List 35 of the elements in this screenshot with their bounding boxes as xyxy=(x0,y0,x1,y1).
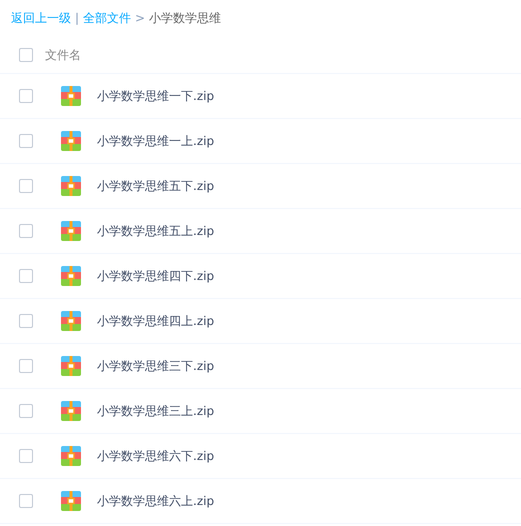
checkbox[interactable] xyxy=(19,404,33,418)
archive-icon xyxy=(61,401,81,421)
file-name[interactable]: 小学数学思维五下.zip xyxy=(97,177,214,195)
archive-icon xyxy=(61,176,81,196)
checkbox[interactable] xyxy=(19,134,33,148)
checkbox[interactable] xyxy=(19,179,33,193)
file-name[interactable]: 小学数学思维四下.zip xyxy=(97,267,214,285)
archive-icon xyxy=(61,311,81,331)
checkbox[interactable] xyxy=(19,89,33,103)
archive-icon xyxy=(61,131,81,151)
current-folder: 小学数学思维 xyxy=(149,10,222,27)
checkbox[interactable] xyxy=(19,494,33,508)
file-name[interactable]: 小学数学思维五上.zip xyxy=(97,222,214,240)
checkbox[interactable] xyxy=(19,269,33,283)
archive-icon xyxy=(61,446,81,466)
checkbox[interactable] xyxy=(19,314,33,328)
breadcrumb-arrow: > xyxy=(135,10,146,27)
file-name[interactable]: 小学数学思维一上.zip xyxy=(97,132,214,150)
file-name[interactable]: 小学数学思维六上.zip xyxy=(97,492,214,510)
archive-icon xyxy=(61,221,81,241)
file-name[interactable]: 小学数学思维四上.zip xyxy=(97,312,214,330)
file-name[interactable]: 小学数学思维六下.zip xyxy=(97,447,214,465)
file-name[interactable]: 小学数学思维三下.zip xyxy=(97,357,214,375)
file-name[interactable]: 小学数学思维一下.zip xyxy=(97,87,214,105)
separator: | xyxy=(75,10,80,27)
file-name[interactable]: 小学数学思维三上.zip xyxy=(97,402,214,420)
select-all-checkbox[interactable] xyxy=(19,48,33,62)
archive-icon xyxy=(61,266,81,286)
archive-icon xyxy=(61,86,81,106)
checkbox[interactable] xyxy=(19,449,33,463)
column-header: 文件名 xyxy=(45,46,81,64)
checkbox[interactable] xyxy=(19,359,33,373)
archive-icon xyxy=(61,356,81,376)
checkbox[interactable] xyxy=(19,224,33,238)
archive-icon xyxy=(61,491,81,511)
